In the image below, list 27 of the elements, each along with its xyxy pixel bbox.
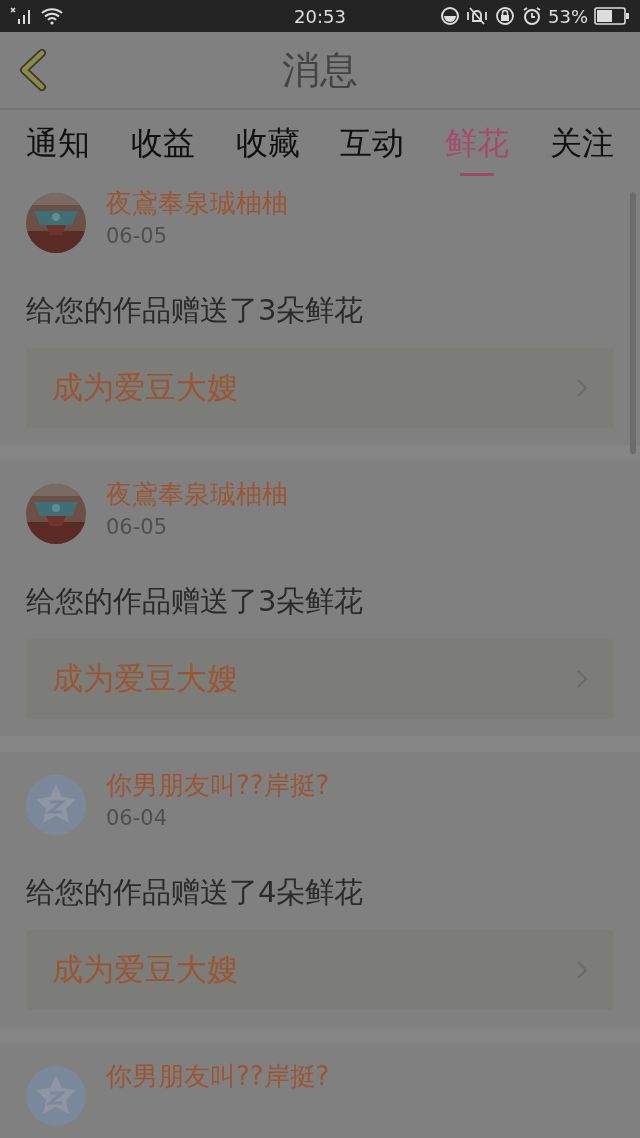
sender-name[interactable]: 你男朋友叫??岸挺? <box>106 1058 330 1094</box>
message-text: 给您的作品赠送了3朵鲜花 <box>26 583 365 620</box>
tab[interactable]: 收益 <box>130 110 195 180</box>
sender-name[interactable]: 夜鳶奉泉珹柚柚 <box>106 185 288 221</box>
vibrate-icon <box>466 6 488 26</box>
tab[interactable]: 关注 <box>550 110 614 180</box>
battery-percent: 53% <box>548 5 588 27</box>
action-button[interactable]: 成为爱豆大嫂 <box>26 930 614 1010</box>
message-text: 给您的作品赠送了4朵鲜花 <box>26 874 365 911</box>
rotation-lock-icon <box>494 6 516 26</box>
tab[interactable]: 通知 <box>26 110 90 180</box>
face-icon <box>440 6 460 26</box>
scrollbar[interactable] <box>630 192 636 454</box>
action-button[interactable]: 成为爱豆大嫂 <box>26 348 614 428</box>
message-text: 给您的作品赠送了3朵鲜花 <box>26 292 365 329</box>
default-avatar-icon <box>26 1066 86 1126</box>
default-avatar-icon <box>26 775 86 835</box>
action-button[interactable]: 成为爱豆大嫂 <box>26 639 614 719</box>
alarm-icon <box>522 6 542 26</box>
status-time: 20:53 <box>294 5 346 27</box>
back-icon[interactable] <box>18 49 48 91</box>
sender-name[interactable]: 夜鳶奉泉珹柚柚 <box>106 476 288 512</box>
sender-name[interactable]: 你男朋友叫??岸挺? <box>106 767 330 803</box>
tab[interactable]: 收藏 <box>235 110 300 180</box>
page-title: 消息 <box>282 46 358 94</box>
battery-icon <box>594 7 630 25</box>
tab[interactable]: 互动 <box>340 110 405 180</box>
